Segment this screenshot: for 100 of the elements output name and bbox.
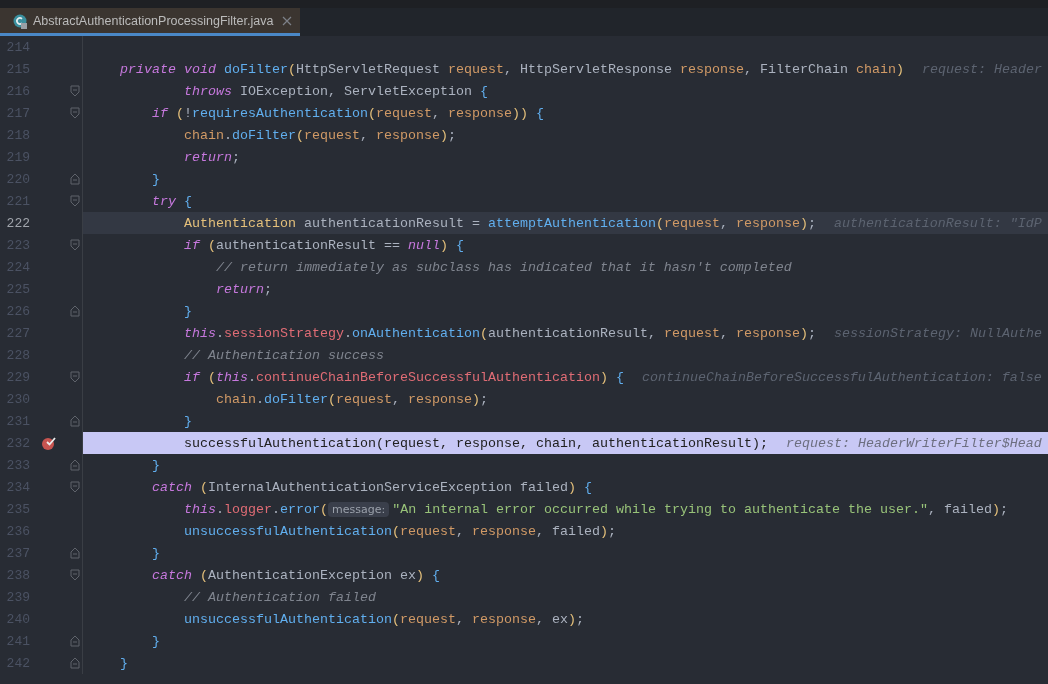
code-brace: } [119,655,128,671]
fold-icon[interactable] [70,635,80,647]
code-parameter: response [376,127,440,143]
fold-icon[interactable] [70,415,80,427]
code-text: authenticationResult, [487,325,657,341]
fold-icon[interactable] [70,459,80,471]
code-text: . [216,325,224,341]
code-parameter: chain [182,127,224,143]
code-brace: } [151,545,160,561]
code-paren: ( [296,127,304,143]
code-parameter: request [399,523,456,539]
code-paren: ) [439,237,448,253]
debug-value-hint: sessionStrategy: NullAuthe [833,325,1042,341]
code-paren: ) [751,435,760,451]
code-paren: ( [391,611,400,627]
code-text: , [391,391,401,407]
close-icon[interactable] [282,15,293,26]
fold-icon[interactable] [70,195,80,207]
fold-icon[interactable] [70,657,80,669]
code-text: , [519,435,529,451]
code-text: ; [1000,501,1009,517]
code-keyword: this [182,501,216,517]
code-paren: ( [208,237,216,253]
fold-icon[interactable] [70,173,80,185]
code-comment: // Authentication success [182,347,384,363]
code-function: unsuccessfulAuthentication [182,523,392,539]
code-paren: ( [391,523,400,539]
code-paren: ) [440,127,448,143]
code-parameter: request [383,435,440,451]
code-text: ; [231,149,240,165]
code-keyword: private void [119,61,217,77]
code-function: successfulAuthentication [182,435,376,451]
code-parameter: request [375,105,432,121]
code-function: requiresAuthentication [192,105,368,121]
code-function: doFilter [232,127,296,143]
code-string: "An internal error occurred while trying to authenticate the user." [392,501,929,517]
code-text: ; [807,325,816,341]
code-parameter: response [447,105,512,121]
code-paren: ( [375,435,384,451]
fold-icon[interactable] [70,569,80,581]
code-text: , HttpServletResponse [503,61,673,77]
code-text: AuthenticationException ex [208,567,416,583]
code-brace: { [534,105,544,121]
code-brace: } [182,303,192,319]
code-text: ; [479,391,488,407]
code-keyword: try [151,193,176,209]
code-text: , [455,611,465,627]
code-brace: } [151,457,160,473]
code-text: , FilterChain [743,61,849,77]
line-number: 222 [5,215,30,231]
code-keyword: if [182,369,202,385]
code-text: , [431,105,441,121]
fold-icon[interactable] [70,547,80,559]
fold-icon[interactable] [70,107,80,119]
code-text: . [248,369,256,385]
fold-icon[interactable] [70,85,80,97]
code-text: authenticationResult = [302,215,481,231]
code-paren: ( [367,105,376,121]
code-text: ; [759,435,768,451]
code-field: logger [224,501,272,517]
code-parameter: response [471,523,536,539]
code-keyword: return [214,281,264,297]
fold-icon[interactable] [70,305,80,317]
code-brace: } [182,413,192,429]
code-text: , ex [535,611,568,627]
parameter-hint: message: [328,501,390,517]
code-text: ; [263,281,272,297]
code-paren: ) [567,611,576,627]
fold-icon[interactable] [70,371,80,383]
code-parameter: chain [855,61,896,77]
code-paren: ( [200,479,208,495]
code-function: onAuthentication [351,325,480,341]
breakpoint-icon[interactable] [41,435,57,451]
code-keyword: catch [151,479,193,495]
code-text: InternalAuthenticationServiceException failed [208,479,568,495]
code-brace: { [430,567,440,583]
code-paren: ) [992,501,1001,517]
code-text: ! [184,105,192,121]
code-brace: } [151,633,160,649]
code-text: , [719,215,729,231]
fold-icon[interactable] [70,239,80,251]
code-parameter: response [471,611,536,627]
debug-value-hint: request: HeaderWriterFilter$Head [785,435,1042,451]
code-keyword: throws [182,83,233,99]
code-paren: )) [511,105,528,121]
code-paren: ( [200,567,208,583]
code-brace: { [614,369,624,385]
debug-value-hint: request: Header [921,61,1042,77]
code-text: , failed [928,501,993,517]
code-keyword: this [216,369,248,385]
code-text: , [360,127,369,143]
code-function: doFilter [263,391,328,407]
code-brace: { [182,193,192,209]
code-text: ; [448,127,456,143]
code-paren: ) [799,215,808,231]
code-keyword: catch [151,567,193,583]
editor-tab[interactable]: AbstractAuthenticationProcessingFilter.java [0,8,301,36]
code-parameter: chain [214,391,256,407]
code-parameter: response [407,391,472,407]
fold-icon[interactable] [70,481,80,493]
